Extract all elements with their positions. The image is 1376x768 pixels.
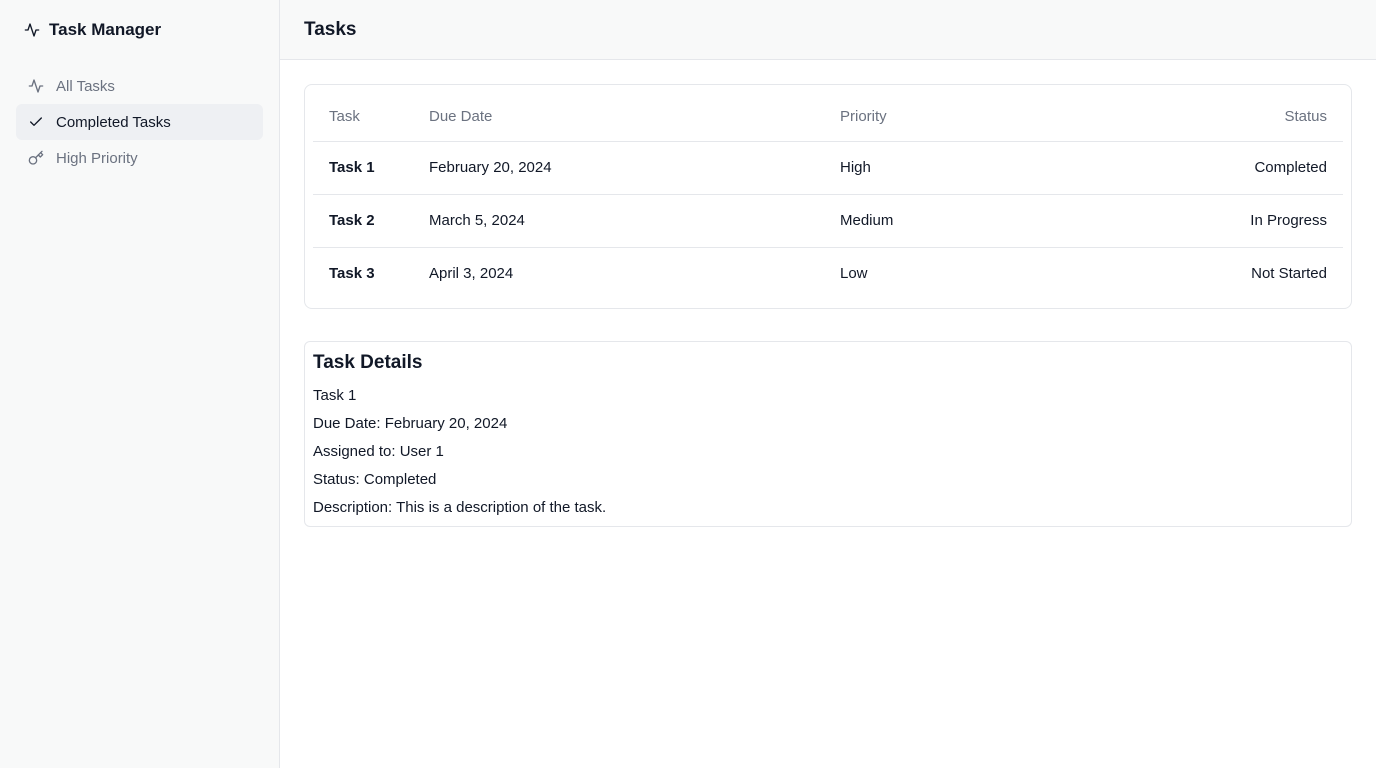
sidebar-item-label: Completed Tasks: [56, 113, 171, 131]
task-details-status: Status: Completed: [313, 471, 437, 488]
status-cell: Completed: [1052, 141, 1343, 195]
table-row[interactable]: Task 1 February 20, 2024 High Completed: [313, 141, 1343, 195]
page-title: Tasks: [304, 18, 357, 40]
content-area: Task Due Date Priority Status Task 1 Feb…: [280, 60, 1376, 527]
key-icon: [28, 150, 44, 166]
table-header-row: Task Due Date Priority Status: [313, 93, 1343, 142]
status-cell: In Progress: [1052, 194, 1343, 248]
due-date-cell: April 3, 2024: [429, 265, 514, 283]
due-date-cell: March 5, 2024: [413, 194, 824, 248]
sidebar: Task Manager All Tasks Completed Tasks H…: [0, 0, 280, 768]
task-details-due-date: Due Date: February 20, 2024: [313, 415, 508, 432]
column-header-task: Task: [313, 93, 413, 142]
due-date-cell: February 20, 2024: [413, 141, 824, 195]
task-details-description: Description: This is a description of th…: [313, 499, 607, 516]
app-title: Task Manager: [49, 20, 162, 39]
page-header: Tasks: [280, 0, 1376, 60]
priority-cell: Low: [840, 265, 868, 283]
sidebar-item-label: High Priority: [56, 149, 138, 167]
brand[interactable]: Task Manager: [0, 0, 279, 60]
table-row[interactable]: Task 3 April 3, 2024 Low Not Started: [313, 247, 1343, 300]
task-details-assignee: Assigned to: User 1: [313, 443, 444, 460]
priority-cell: Medium: [824, 194, 1053, 248]
activity-icon: [28, 78, 44, 94]
tasks-table-card: Task Due Date Priority Status Task 1 Feb…: [304, 84, 1352, 309]
task-name-cell: Task 1: [313, 141, 413, 195]
table-row[interactable]: Task 2 March 5, 2024 Medium In Progress: [313, 194, 1343, 248]
main-panel: Tasks Task Due Date Priority Status Task…: [280, 0, 1376, 768]
column-header-priority: Priority: [824, 93, 1053, 142]
check-icon: [28, 114, 44, 130]
app-root: Task Manager All Tasks Completed Tasks H…: [0, 0, 1376, 768]
column-header-due-date: Due Date: [413, 93, 824, 142]
status-cell: Not Started: [1251, 265, 1327, 283]
task-name-cell: Task 2: [313, 194, 413, 248]
task-details-name: Task 1: [313, 387, 357, 404]
task-name-cell: Task 3: [329, 265, 375, 283]
tasks-table: Task Due Date Priority Status Task 1 Feb…: [313, 93, 1343, 300]
sidebar-nav: All Tasks Completed Tasks High Priority: [0, 60, 279, 176]
sidebar-item-completed-tasks[interactable]: Completed Tasks: [16, 104, 263, 140]
column-header-status: Status: [1052, 93, 1343, 142]
sidebar-item-high-priority[interactable]: High Priority: [16, 140, 263, 176]
priority-cell: High: [824, 141, 1053, 195]
task-details-title: Task Details: [313, 352, 423, 373]
task-details-card: Task Details Task 1 Due Date: February 2…: [304, 341, 1352, 527]
sidebar-item-all-tasks[interactable]: All Tasks: [16, 68, 263, 104]
sidebar-item-label: All Tasks: [56, 77, 115, 95]
activity-icon: [24, 22, 40, 38]
